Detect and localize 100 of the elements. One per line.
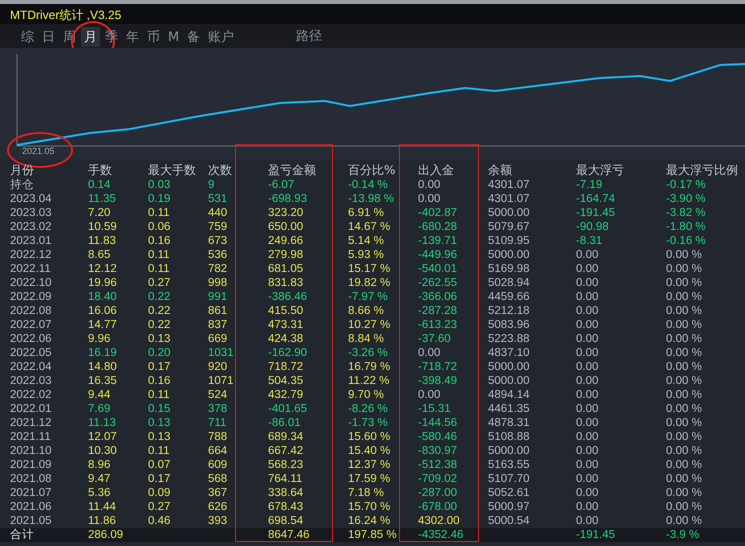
table-cell-text: -191.45 xyxy=(576,206,616,220)
table-cell-text: -8.26 % xyxy=(348,402,389,416)
tab[interactable]: 账户 xyxy=(205,26,238,46)
table-cell-text: 7.69 xyxy=(88,402,112,416)
table-cell-text: 5052.61 xyxy=(488,486,531,500)
table-cell-text: 698.54 xyxy=(268,514,304,528)
table-cell-text: -1.80 % xyxy=(666,220,707,234)
table-cell-text: 286.09 xyxy=(88,528,124,542)
table-cell-text: 998 xyxy=(208,276,228,290)
tab[interactable]: 路径 xyxy=(293,26,326,46)
table-cell-text: 16.19 xyxy=(88,346,118,360)
table-cell-text: 5169.98 xyxy=(488,262,531,276)
tab[interactable]: 月 xyxy=(81,26,100,46)
tab[interactable]: 币 xyxy=(144,26,163,46)
table-cell-text: 11.13 xyxy=(88,416,117,430)
row-label: 2021.09 xyxy=(10,458,53,472)
axis-label: 2021.05 xyxy=(22,146,55,156)
table-cell-text: 9 xyxy=(208,178,216,192)
table-cell-text: 4894.14 xyxy=(488,388,531,402)
table-cell-text: 0.09 xyxy=(148,486,172,500)
table-cell-text: 393 xyxy=(208,514,228,528)
row-label: 合计 xyxy=(10,528,35,542)
tab[interactable]: 年 xyxy=(123,26,142,46)
table-cell-text: 17.59 % xyxy=(348,472,392,486)
table-cell-text: 0.22 xyxy=(148,290,172,304)
table-cell-text: 11.22 % xyxy=(348,374,390,388)
table-cell-text: 0.11 xyxy=(148,248,171,262)
table-cell-text: 531 xyxy=(208,192,228,206)
row-label: 2022.08 xyxy=(10,304,53,318)
table-cell-text: 8.66 % xyxy=(348,304,385,318)
table-cell-text: 0.27 xyxy=(148,500,172,514)
table-cell-text: 0.15 xyxy=(148,402,172,416)
table-cell-text: -698.93 xyxy=(268,192,308,206)
table-cell-text: 0.19 xyxy=(148,192,172,206)
table-cell-text: -3.90 % xyxy=(666,192,707,206)
table-cell-text: 19.82 % xyxy=(348,276,392,290)
table-cell-text: 7.18 % xyxy=(348,486,385,500)
table-cell-text: 991 xyxy=(208,290,228,304)
table-cell-text: -3.9 % xyxy=(666,528,700,542)
tab[interactable]: M xyxy=(165,29,182,46)
row-label: 2022.12 xyxy=(10,248,53,262)
table-cell-text: 12.07 xyxy=(88,430,118,444)
table-cell-text: -386.46 xyxy=(268,290,308,304)
table-cell-text: -709.02 xyxy=(418,472,458,486)
table-cell-text: 837 xyxy=(208,318,228,332)
table-cell-text: 711 xyxy=(208,416,228,430)
table-cell-text: 16.06 xyxy=(88,304,118,318)
row-label: 2022.01 xyxy=(10,402,53,416)
row-label: 2022.02 xyxy=(10,388,53,402)
row-label: 2023.02 xyxy=(10,220,53,234)
table-cell-text: 12.37 % xyxy=(348,458,392,472)
row-label: 2022.07 xyxy=(10,318,53,332)
table-cell-text: -191.45 xyxy=(576,528,616,542)
table-cell-text: 0.00 % xyxy=(666,472,703,486)
table-cell-text: 0.00 % xyxy=(666,262,703,276)
table-cell-text: 0.11 xyxy=(148,262,171,276)
table-cell-text: 5079.67 xyxy=(488,220,531,234)
table-cell-text: 0.11 xyxy=(148,206,171,220)
table-cell-text: -13.98 % xyxy=(348,192,396,206)
row-label: 持仓 xyxy=(10,178,35,192)
table-cell-text: 788 xyxy=(208,430,228,444)
table-cell-text: -0.17 % xyxy=(666,178,707,192)
table-cell-text: 9.44 xyxy=(88,388,112,402)
table-cell-text: 4837.10 xyxy=(488,346,531,360)
table-cell-text: 5000.00 xyxy=(488,360,531,374)
table-cell-text: 14.77 xyxy=(88,318,118,332)
table-cell-text: 5108.88 xyxy=(488,430,531,444)
table-cell-text: 5109.95 xyxy=(488,234,531,248)
table-cell-text: 568 xyxy=(208,472,228,486)
tab[interactable]: 综 xyxy=(18,26,37,46)
table-cell-text: 249.66 xyxy=(268,234,304,248)
table-cell-text: -287.00 xyxy=(418,486,458,500)
table-cell-text: 0.06 xyxy=(148,220,172,234)
tab[interactable]: 日 xyxy=(39,26,58,46)
table-cell-text: 197.85 % xyxy=(348,528,398,542)
table-cell-text: 1071 xyxy=(208,374,235,388)
table-cell-text: 279.98 xyxy=(268,248,304,262)
table-cell-text: 16.35 xyxy=(88,374,118,388)
table-cell-text: 473.31 xyxy=(268,318,304,332)
table-cell-text: 0.00 % xyxy=(666,276,703,290)
table-cell-text: 0.00 xyxy=(576,500,600,514)
column-header: 手数 xyxy=(88,162,113,178)
table-cell-text: 424.38 xyxy=(268,332,304,346)
table-cell-text: 0.00 % xyxy=(666,458,703,472)
table-cell-text: 0.00 xyxy=(576,402,600,416)
table-cell-text: 0.00 % xyxy=(666,374,703,388)
table-cell-text: 378 xyxy=(208,402,228,416)
table-cell-text: 0.00 % xyxy=(666,402,703,416)
table-cell-text: 11.86 xyxy=(88,514,117,528)
table-cell-text: 0.20 xyxy=(148,346,172,360)
table-cell-text: -3.26 % xyxy=(348,346,389,360)
column-header: 次数 xyxy=(208,162,233,178)
row-label: 2021.11 xyxy=(10,430,52,444)
table-cell-text: 0.00 % xyxy=(666,248,703,262)
tab[interactable]: 备 xyxy=(184,26,204,46)
table-cell-text: 338.64 xyxy=(268,486,304,500)
table-cell-text: -6.07 xyxy=(268,178,296,192)
table-cell-text: -164.74 xyxy=(576,192,616,206)
table-cell-text: 4459.66 xyxy=(488,290,531,304)
table-cell-text: -398.49 xyxy=(418,374,458,388)
